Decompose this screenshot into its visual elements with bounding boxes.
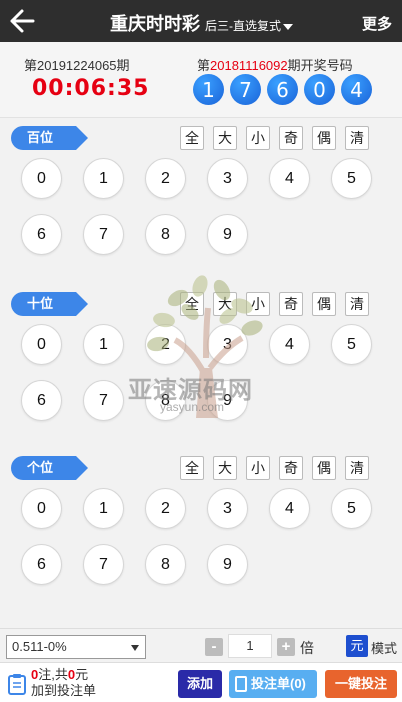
digit-ball[interactable]: 8 — [145, 544, 186, 585]
digit-ball[interactable]: 6 — [21, 544, 62, 585]
digit-ball[interactable]: 7 — [83, 214, 124, 255]
multiplier-input[interactable]: 1 — [228, 634, 272, 658]
digit-ball[interactable]: 1 — [83, 488, 124, 529]
winning-ball: 7 — [230, 74, 261, 105]
digit-ball[interactable]: 5 — [331, 324, 372, 365]
quick-filter-button[interactable]: 清 — [345, 126, 369, 150]
dropdown-arrow-icon — [131, 645, 139, 651]
odds-select[interactable]: 0.511-0% — [6, 635, 146, 659]
digit-ball[interactable]: 6 — [21, 214, 62, 255]
bet-summary-line: 0注,共0元 — [31, 667, 96, 683]
currency-mode-button[interactable]: 元 — [346, 635, 368, 657]
quick-filter-button[interactable]: 清 — [345, 456, 369, 480]
position-label: 十位 — [11, 292, 88, 316]
quick-filter-button[interactable]: 奇 — [279, 292, 303, 316]
one-click-bet-button[interactable]: 一键投注 — [325, 670, 397, 698]
app-header: 重庆时时彩 后三-直选复式 更多 — [0, 0, 402, 42]
bet-list-button[interactable]: 投注单(0) — [229, 670, 317, 698]
bet-summary: 0注,共0元 加到投注单 — [31, 667, 96, 699]
last-draw-suffix: 期开奖号码 — [287, 58, 353, 73]
quick-filter-button[interactable]: 奇 — [279, 456, 303, 480]
digit-ball[interactable]: 3 — [207, 158, 248, 199]
winning-ball: 1 — [193, 74, 224, 105]
quick-filter-group: 全大小奇偶清 — [180, 456, 378, 480]
digit-ball[interactable]: 0 — [21, 324, 62, 365]
mode-label: 模式 — [371, 641, 398, 656]
quick-filter-button[interactable]: 偶 — [312, 292, 336, 316]
digit-ball[interactable]: 2 — [145, 488, 186, 529]
quick-filter-button[interactable]: 全 — [180, 126, 204, 150]
last-draw-caption: 第20181116092期开奖号码 — [197, 55, 353, 74]
winning-ball: 4 — [341, 74, 372, 105]
digit-ball[interactable]: 6 — [21, 380, 62, 421]
odds-select-value: 0.511-0% — [12, 639, 67, 654]
winning-ball: 6 — [267, 74, 298, 105]
watermark-url: yasyun.com — [160, 400, 225, 414]
digit-ball[interactable]: 5 — [331, 488, 372, 529]
issue-info-panel: 第20191224065期 00:06:35 第20181116092期开奖号码… — [0, 42, 402, 118]
quick-filter-button[interactable]: 小 — [246, 292, 270, 316]
quick-filter-button[interactable]: 偶 — [312, 456, 336, 480]
countdown-timer: 00:06:35 — [32, 76, 150, 101]
amount-unit: 元 — [75, 667, 89, 682]
digit-ball[interactable]: 3 — [207, 324, 248, 365]
digit-ball[interactable]: 4 — [269, 488, 310, 529]
digit-ball[interactable]: 1 — [83, 158, 124, 199]
add-to-list-hint: 加到投注单 — [31, 683, 97, 698]
winning-numbers: 1 7 6 0 4 — [193, 74, 378, 105]
bet-amount: 0 — [67, 667, 76, 682]
position-section-ones: 个位 全大小奇偶清 0 1 2 3 4 5 6 7 8 9 — [0, 456, 402, 622]
quick-filter-button[interactable]: 偶 — [312, 126, 336, 150]
bet-options-bar: 0.511-0% - 1 + 倍 元 模式 — [0, 628, 402, 662]
quick-filter-group: 全大小奇偶清 — [180, 292, 378, 316]
quick-filter-button[interactable]: 奇 — [279, 126, 303, 150]
digit-ball[interactable]: 9 — [207, 544, 248, 585]
play-type-label: 后三-直选复式 — [205, 19, 281, 33]
quick-filter-button[interactable]: 小 — [246, 126, 270, 150]
clipboard-icon[interactable] — [7, 673, 27, 695]
quick-filter-button[interactable]: 全 — [180, 456, 204, 480]
digit-ball[interactable]: 8 — [145, 214, 186, 255]
add-button[interactable]: 添加 — [178, 670, 222, 698]
position-label: 百位 — [11, 126, 88, 150]
back-arrow-icon[interactable] — [8, 8, 36, 34]
multiplier-decrease-button[interactable]: - — [205, 638, 223, 656]
position-section-hundreds: 百位 全大小奇偶清 0 1 2 3 4 5 6 7 8 9 — [0, 126, 402, 292]
quick-filter-button[interactable]: 小 — [246, 456, 270, 480]
bet-list-label: 投注单(0) — [251, 676, 306, 691]
last-draw-issue-number: 20181116092 — [210, 58, 288, 73]
digit-ball[interactable]: 4 — [269, 158, 310, 199]
quick-filter-button[interactable]: 大 — [213, 292, 237, 316]
quick-filter-group: 全大小奇偶清 — [180, 126, 378, 150]
multiplier-unit-label: 倍 — [300, 640, 314, 656]
digit-ball[interactable]: 5 — [331, 158, 372, 199]
play-type-dropdown[interactable]: 后三-直选复式 — [205, 17, 293, 34]
multiplier-increase-button[interactable]: + — [277, 638, 295, 656]
digit-ball[interactable]: 2 — [145, 324, 186, 365]
chevron-down-icon — [283, 23, 293, 30]
last-draw-prefix: 第 — [197, 58, 211, 73]
digit-ball[interactable]: 3 — [207, 488, 248, 529]
position-label: 个位 — [11, 456, 88, 480]
quick-filter-button[interactable]: 全 — [180, 292, 204, 316]
title-group: 重庆时时彩 后三-直选复式 — [110, 10, 293, 36]
quick-filter-button[interactable]: 大 — [213, 126, 237, 150]
digit-ball[interactable]: 0 — [21, 158, 62, 199]
bet-action-bar: 0注,共0元 加到投注单 添加 投注单(0) 一键投注 — [0, 662, 402, 702]
page-title: 重庆时时彩 — [110, 14, 200, 34]
current-issue: 第20191224065期 — [24, 58, 130, 73]
digit-ball[interactable]: 1 — [83, 324, 124, 365]
digit-ball[interactable]: 7 — [83, 380, 124, 421]
bets-unit: 注,共 — [38, 667, 68, 682]
digit-ball[interactable]: 2 — [145, 158, 186, 199]
digit-ball[interactable]: 0 — [21, 488, 62, 529]
quick-filter-button[interactable]: 清 — [345, 292, 369, 316]
digit-ball[interactable]: 4 — [269, 324, 310, 365]
more-button[interactable]: 更多 — [362, 13, 392, 34]
document-icon — [235, 676, 247, 692]
quick-filter-button[interactable]: 大 — [213, 456, 237, 480]
digit-ball[interactable]: 7 — [83, 544, 124, 585]
winning-ball: 0 — [304, 74, 335, 105]
digit-ball[interactable]: 9 — [207, 214, 248, 255]
